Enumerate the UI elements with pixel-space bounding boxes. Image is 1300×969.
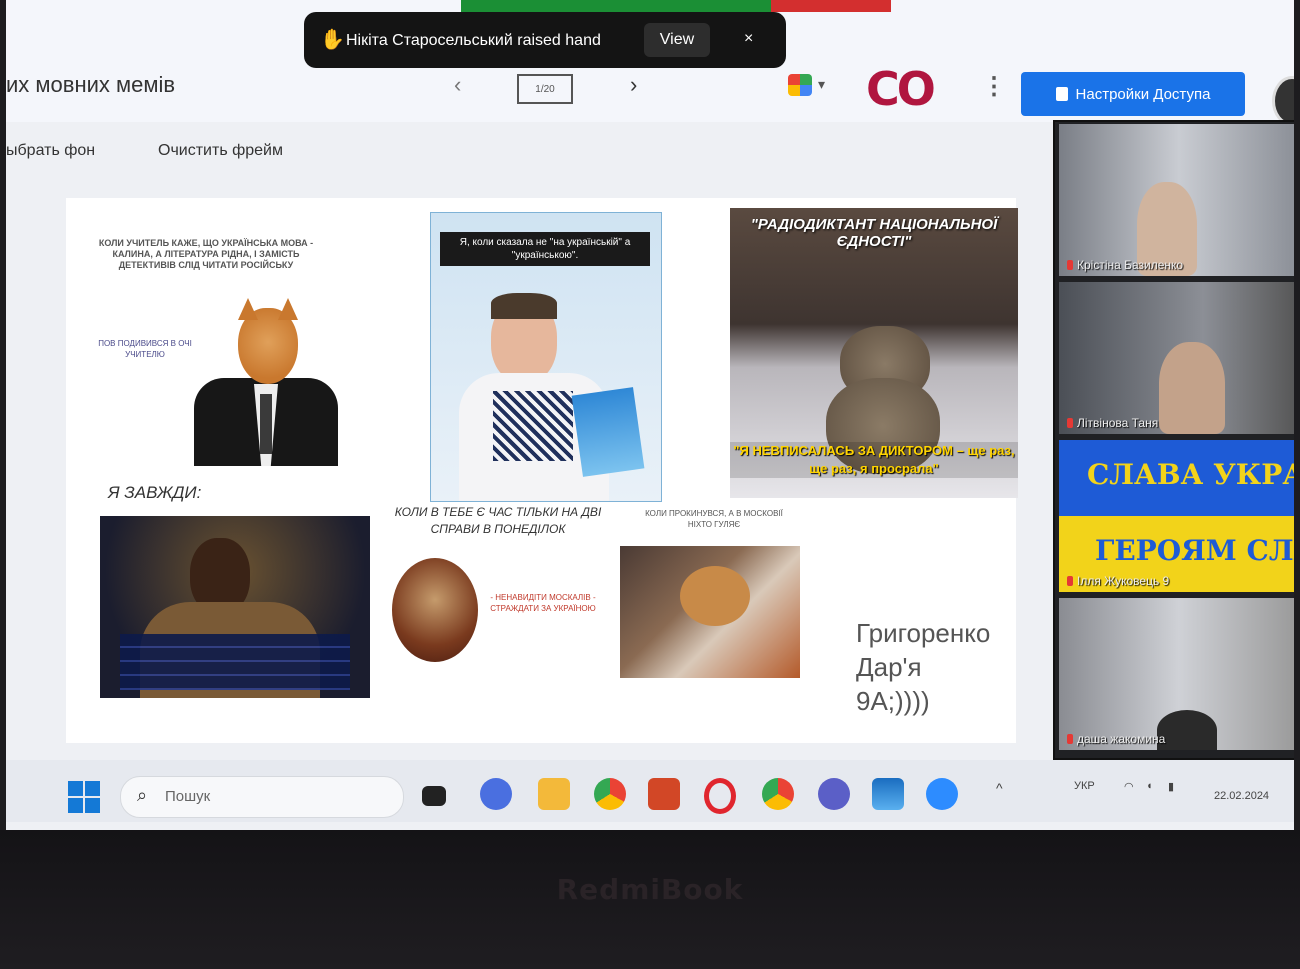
windows-taskbar: ⌕ Пошук ^ УКР ◠ ◖ ▮ 22.02.2024 [6, 760, 1294, 822]
lock-icon [1055, 87, 1068, 101]
chevron-down-icon[interactable]: ▾ [818, 76, 825, 93]
meet-icon[interactable] [788, 74, 812, 96]
share-access-label: Настройки Доступа [1075, 85, 1211, 103]
meme4-image [100, 516, 370, 698]
view-button[interactable]: View [644, 23, 710, 57]
raised-hand-icon: ✋ [320, 29, 345, 51]
more-options-icon[interactable]: ⋮ [982, 72, 1006, 101]
author-credit: Григоренко Дар'я 9А;)))) [856, 616, 990, 718]
browser-tab-indicator [461, 0, 771, 12]
task-view-icon[interactable] [422, 786, 446, 806]
slide-canvas[interactable]: КОЛИ УЧИТЕЛЬ КАЖЕ, ЩО УКРАЇНСЬКА МОВА - … [66, 198, 1018, 743]
battery-icon[interactable]: ▮ [1168, 780, 1174, 793]
volume-icon[interactable]: ◖ [1146, 780, 1153, 792]
meme1-caption-top: КОЛИ УЧИТЕЛЬ КАЖЕ, ЩО УКРАЇНСЬКА МОВА - … [98, 238, 314, 270]
meme5-side-caption: - НЕНАВИДІТИ МОСКАЛІВ - СТРАЖДАТИ ЗА УКР… [490, 593, 596, 613]
meme3-title: "РАДІОДИКТАНТ НАЦІОНАЛЬНОЇ ЄДНОСТІ" [750, 216, 998, 250]
prev-slide-icon[interactable]: ‹ [454, 72, 461, 98]
browser-tab-indicator-red [771, 0, 891, 12]
participants-panel: Крістіна Базиленко Літвінова Таня СЛАВА … [1053, 120, 1294, 760]
zoom-icon[interactable] [926, 778, 958, 810]
meme6-caption: КОЛИ ПРОКИНУВСЯ, А В МОСКОВІЇ НІХТО ГУЛЯ… [645, 509, 783, 529]
chrome-profile-icon[interactable] [762, 778, 794, 810]
notification-text: Нікіта Старосельський raised hand [346, 32, 601, 49]
banner-bottom: ГЕРОЯМ СЛАВА [1095, 534, 1294, 567]
viber-icon[interactable] [818, 778, 850, 810]
participant-name: Ілля Жуковець 9 [1067, 574, 1169, 588]
mic-muted-icon [1067, 418, 1073, 428]
meme6-image [620, 546, 800, 678]
photos-icon[interactable] [872, 778, 904, 810]
raised-hand-notification: ✋ Нікіта Старосельський raised hand View… [304, 12, 786, 68]
meme5-image [392, 558, 478, 662]
author-surname: Григоренко [856, 618, 991, 648]
meme1-image [194, 298, 338, 466]
author-name: Дар'я [856, 652, 922, 682]
taskbar-search[interactable]: ⌕ Пошук [120, 776, 404, 818]
share-access-button[interactable]: Настройки Доступа [1021, 72, 1245, 116]
windows-start-icon[interactable] [68, 781, 100, 813]
choose-background-button[interactable]: ыбрать фон [6, 142, 95, 160]
document-title: их мовних мемів [6, 72, 176, 97]
meme5-caption: КОЛИ В ТЕБЕ Є ЧАС ТІЛЬКИ НА ДВІ СПРАВИ В… [394, 505, 602, 536]
opera-icon[interactable] [704, 778, 736, 814]
participant-tile[interactable]: Літвінова Таня [1059, 282, 1294, 434]
search-placeholder: Пошук [165, 788, 211, 805]
author-class: 9А;)))) [856, 686, 930, 716]
mic-muted-icon [1067, 576, 1073, 586]
participant-name: даша жакомина [1067, 732, 1165, 746]
meme2-title: Я, коли сказала не "на українській" а "у… [440, 232, 650, 266]
meme4-caption: Я ЗАВЖДИ: [108, 483, 202, 502]
wifi-icon[interactable]: ◠ [1124, 780, 1134, 793]
chrome-icon[interactable] [594, 778, 626, 810]
co-logo: CO [866, 62, 936, 116]
next-slide-icon[interactable]: › [630, 72, 637, 98]
participant-tile[interactable]: даша жакомина [1059, 598, 1294, 750]
participant-tile[interactable]: Крістіна Базиленко [1059, 124, 1294, 276]
meme1-caption-side: ПОВ ПОДИВИВСЯ В ОЧІ УЧИТЕЛЮ [98, 339, 192, 359]
file-explorer-icon[interactable] [538, 778, 570, 810]
participant-name: Літвінова Таня [1067, 416, 1158, 430]
search-icon: ⌕ [137, 785, 148, 805]
participant-name: Крістіна Базиленко [1067, 258, 1183, 272]
mic-muted-icon [1067, 734, 1073, 744]
close-icon[interactable]: × [744, 30, 753, 48]
chat-icon[interactable] [480, 778, 512, 810]
mic-muted-icon [1067, 260, 1073, 270]
page-indicator[interactable]: 1/20 [517, 74, 573, 104]
meme3-bottom-caption: "Я НЕВПИСАЛАСЬ ЗА ДИКТОРОМ – ще раз, ще … [730, 442, 1018, 478]
device-brand-label: RedmiBook [556, 873, 744, 906]
chevron-up-icon[interactable]: ^ [996, 780, 1003, 796]
avatar[interactable] [1272, 76, 1294, 126]
clock-date[interactable]: 22.02.2024 [1214, 790, 1269, 802]
participant-tile[interactable]: СЛАВА УКРАЇНІ ГЕРОЯМ СЛАВА Ілля Жуковець… [1059, 440, 1294, 592]
powerpoint-icon[interactable] [648, 778, 680, 810]
banner-top: СЛАВА УКРАЇНІ [1087, 458, 1294, 491]
language-indicator[interactable]: УКР [1074, 780, 1095, 792]
screen: их мовних мемів ‹ 1/20 › ▾ CO ⋮ Настройк… [6, 0, 1294, 830]
clear-frame-button[interactable]: Очистить фрейм [158, 142, 283, 160]
